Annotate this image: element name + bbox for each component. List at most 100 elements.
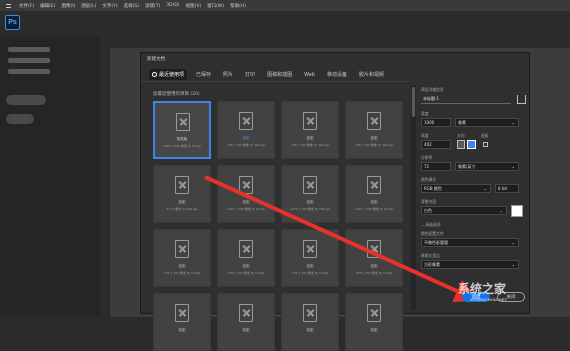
- color-mode-select[interactable]: RGB 颜色 ⌄: [421, 184, 491, 193]
- sidebar-button[interactable]: [6, 114, 34, 124]
- preset-name: 自定: [178, 328, 186, 332]
- document-icon: [303, 240, 317, 258]
- menu-layer[interactable]: 图层(L): [81, 3, 96, 9]
- resolution-label: 分辨率: [421, 155, 433, 160]
- width-input[interactable]: 1000: [421, 118, 451, 127]
- sidebar-placeholder: [8, 69, 50, 74]
- background-color-swatch[interactable]: [511, 205, 523, 217]
- document-icon: [175, 304, 189, 322]
- preset-name: 自定: [306, 328, 314, 332]
- preset-card[interactable]: 自定: [217, 293, 275, 351]
- pixel-ratio-select[interactable]: 方形像素 ⌄: [421, 260, 519, 269]
- preset-size: 1024 x 768 像素 @ 300 ppi: [289, 207, 331, 211]
- menu-help[interactable]: 帮助(H): [230, 3, 246, 9]
- preset-card[interactable]: 自定: [153, 293, 211, 351]
- preset-size: 700 x 700 像素 @ 72 ppi: [227, 271, 265, 275]
- menu-image[interactable]: 图像(I): [61, 3, 75, 9]
- tab-mobile[interactable]: 移动设备: [324, 69, 350, 80]
- preset-card[interactable]: 自定: [345, 293, 403, 351]
- bit-depth-select[interactable]: 8 bit: [495, 184, 519, 193]
- preset-card[interactable]: 自定: [281, 293, 339, 351]
- resolution-input[interactable]: 72: [421, 162, 451, 171]
- menu-icon[interactable]: [6, 3, 11, 8]
- tab-recent[interactable]: 最近使用项: [149, 69, 188, 80]
- document-icon: [176, 113, 190, 131]
- height-label: 高度: [421, 133, 429, 138]
- preset-card[interactable]: 自定 255 x 255 像素 @ 72 ppi: [345, 229, 403, 287]
- photoshop-logo: Ps: [5, 15, 20, 30]
- preset-card[interactable]: 自定 700 x 700 像素 @ 300 ppi: [345, 101, 403, 159]
- tab-film-video[interactable]: 胶片和视频: [356, 69, 387, 80]
- preset-card[interactable]: 自定 1024 x 768 像素 @ 72 ppi: [345, 165, 403, 223]
- preset-card[interactable]: 自定 1024 x 768 像素 @ 72 ppi: [217, 165, 275, 223]
- orientation-label: 方向: [457, 133, 465, 138]
- document-icon: [175, 176, 189, 194]
- preset-card[interactable]: 自定 8 x 8 厘米 @ 300 ppi: [153, 165, 211, 223]
- document-icon: [303, 112, 317, 130]
- portrait-icon[interactable]: [457, 140, 465, 149]
- preset-card[interactable]: 自定 701 x 701 像素 @ 72 ppi: [281, 229, 339, 287]
- preset-size: 701 x 701 像素 @ 72 ppi: [291, 271, 329, 275]
- color-profile-label: 颜色配置文件: [421, 231, 444, 236]
- menu-3d[interactable]: 3D(D): [166, 3, 179, 8]
- pixel-ratio-value: 方形像素: [424, 262, 440, 267]
- width-unit-select[interactable]: 像素 ⌄: [455, 118, 519, 127]
- preset-scrollbar[interactable]: [411, 85, 416, 310]
- watermark: 系统之家 XITONGZHIJIA.NET: [458, 280, 507, 302]
- save-preset-icon[interactable]: [517, 95, 526, 104]
- tab-web[interactable]: Web: [301, 70, 318, 80]
- artboard-label: 画板: [481, 133, 489, 138]
- height-input[interactable]: 402: [421, 140, 451, 149]
- artboard-checkbox[interactable]: [483, 142, 488, 147]
- home-sidebar: [0, 37, 100, 317]
- menu-edit[interactable]: 编辑(E): [40, 3, 55, 9]
- preset-name: 自定: [370, 136, 378, 140]
- menu-file[interactable]: 文件(F): [19, 3, 34, 9]
- preset-card[interactable]: 自定 700 x 700 像素 @ 72 ppi: [217, 229, 275, 287]
- preset-card[interactable]: 自定 700 x 700 像素 @ 300 ppi: [281, 101, 339, 159]
- menu-view[interactable]: 视图(V): [186, 3, 202, 9]
- menu-filter[interactable]: 滤镜(T): [145, 3, 160, 9]
- background-label: 背景内容: [421, 199, 437, 204]
- preset-details-panel: 预设详细信息 未标题-1 宽度 1000 像素 ⌄ 高度 方向 画板 402 分辨…: [419, 81, 531, 311]
- landscape-icon[interactable]: [467, 140, 476, 149]
- menu-window[interactable]: 窗口(W): [207, 3, 224, 9]
- tab-saved[interactable]: 已保存: [193, 69, 214, 80]
- color-mode-label: 颜色模式: [421, 177, 437, 182]
- document-icon: [367, 176, 381, 194]
- document-icon: [303, 176, 317, 194]
- background-value: 白色: [424, 208, 432, 213]
- tab-label: 最近使用项: [159, 72, 185, 78]
- tab-photo[interactable]: 照片: [220, 69, 236, 80]
- watermark-main: 系统之家: [458, 282, 507, 296]
- tab-print[interactable]: 打印: [242, 69, 258, 80]
- sidebar-button[interactable]: [6, 95, 46, 105]
- preset-card[interactable]: 自定 1024 x 768 像素 @ 300 ppi: [281, 165, 339, 223]
- preset-name: 自定: [242, 200, 250, 204]
- preset-size: 8 x 8 厘米 @ 300 ppi: [166, 207, 198, 211]
- preset-name: 自定: [306, 264, 314, 268]
- tab-art-illustration[interactable]: 图稿和插图: [264, 69, 295, 80]
- color-profile-select[interactable]: 不做色彩管理 ⌄: [421, 238, 519, 247]
- resolution-unit-select[interactable]: 像素/英寸 ⌄: [455, 162, 519, 171]
- advanced-options-toggle[interactable]: ⌄ 高级选项: [421, 222, 441, 228]
- preset-name: 自定: [370, 200, 378, 204]
- background-select[interactable]: 白色 ⌄: [421, 206, 507, 215]
- preset-size: 1000 x 402 像素 @ 72 ppi: [162, 144, 202, 148]
- menu-select[interactable]: 选择(S): [124, 3, 139, 9]
- preset-card[interactable]: 自定 700 x 700 像素 @ 300 ppi: [217, 101, 275, 159]
- dialog-tabs: 最近使用项 已保存 照片 打印 图稿和插图 Web 移动设备 胶片和视频: [149, 69, 387, 80]
- width-label: 宽度: [421, 111, 429, 116]
- menu-type[interactable]: 文字(Y): [102, 3, 117, 9]
- preset-card[interactable]: 剪贴板 1000 x 402 像素 @ 72 ppi: [153, 101, 211, 159]
- scrollbar-thumb[interactable]: [412, 87, 415, 117]
- width-unit-value: 像素: [458, 120, 466, 125]
- preset-card[interactable]: 自定 701 x 701 像素 @ 72 ppi: [153, 229, 211, 287]
- bit-depth-value: 8 bit: [498, 186, 508, 191]
- details-heading: 预设详细信息: [421, 87, 444, 92]
- preset-size: 1024 x 768 像素 @ 72 ppi: [226, 207, 266, 211]
- chevron-down-icon: ⌄: [511, 120, 515, 125]
- document-name-input[interactable]: 未标题-1: [421, 95, 511, 104]
- preset-name: 剪贴板: [176, 137, 188, 141]
- menu-bar: 文件(F) 编辑(E) 图像(I) 图层(L) 文字(Y) 选择(S) 滤镜(T…: [0, 0, 570, 11]
